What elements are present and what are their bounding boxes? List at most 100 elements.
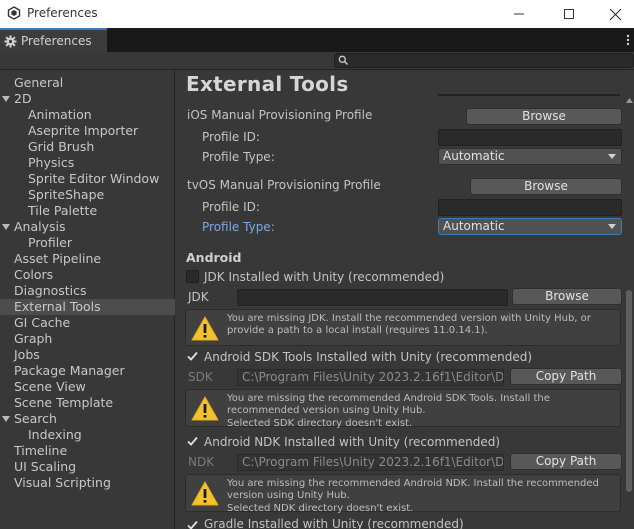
sidebar-item-label: SpriteShape [28, 187, 105, 202]
ndk-installed-checkbox[interactable] [186, 435, 199, 448]
jdk-installed-checkbox[interactable] [186, 270, 199, 283]
sidebar-item-sprite-editor-window[interactable]: Sprite Editor Window [0, 171, 175, 187]
sidebar-item-label: Visual Scripting [14, 475, 111, 490]
preferences-sidebar: General 2D Animation Aseprite Importer Grid … [0, 70, 175, 529]
gradle-installed-label: Gradle Installed with Unity (recommended… [204, 517, 464, 529]
sidebar-item-visual-scripting[interactable]: Visual Scripting [0, 475, 175, 491]
tab-preferences[interactable]: Preferences [0, 28, 107, 52]
foldout-arrow-icon[interactable] [2, 95, 10, 103]
ndk-copy-path-button[interactable]: Copy Path [510, 453, 622, 470]
close-icon [609, 8, 621, 20]
sdk-label: SDK [188, 370, 213, 384]
sidebar-item-spriteshape[interactable]: SpriteShape [0, 187, 175, 203]
search-input[interactable] [334, 53, 634, 68]
tvos-profile-type-label: Profile Type: [202, 220, 275, 234]
gradle-installed-checkbox[interactable] [186, 519, 199, 529]
sidebar-item-scene-template[interactable]: Scene Template [0, 395, 175, 411]
jdk-browse-button[interactable]: Browse [512, 288, 622, 305]
sidebar-item-label: 2D [14, 91, 32, 106]
android-section-title: Android [186, 250, 242, 265]
minimize-icon [514, 13, 524, 15]
sidebar-item-graph[interactable]: Graph [0, 331, 175, 347]
sidebar-item-tile-palette[interactable]: Tile Palette [0, 203, 175, 219]
maximize-icon [564, 9, 574, 19]
tab-bar: Preferences [0, 28, 634, 52]
sidebar-item-timeline[interactable]: Timeline [0, 443, 175, 459]
sidebar-item-2d[interactable]: 2D [0, 91, 175, 107]
ndk-warning-box: You are missing the recommended Android … [185, 474, 621, 514]
sidebar-item-label: Analysis [14, 219, 66, 234]
ndk-warning-line-2: Selected NDK directory doesn't exist. [227, 502, 414, 514]
chevron-down-icon [608, 224, 616, 229]
sidebar-item-label: General [14, 75, 64, 90]
tvos-profile-type-dropdown[interactable]: Automatic [438, 218, 622, 235]
sidebar-item-diagnostics[interactable]: Diagnostics [0, 283, 175, 299]
ios-browse-button[interactable]: Browse [466, 108, 622, 125]
gear-icon [4, 34, 17, 48]
sidebar-item-label: External Tools [14, 299, 101, 314]
foldout-arrow-icon[interactable] [2, 415, 10, 423]
sidebar-item-jobs[interactable]: Jobs [0, 347, 175, 363]
sidebar-item-search[interactable]: Search [0, 411, 175, 427]
sdk-installed-checkbox[interactable] [186, 350, 199, 363]
sidebar-item-colors[interactable]: Colors [0, 267, 175, 283]
vertical-scrollbar[interactable] [624, 96, 634, 529]
dropdown-value: Automatic [443, 219, 505, 233]
sidebar-item-label: Search [14, 411, 57, 426]
close-button[interactable] [592, 0, 634, 28]
sidebar-item-physics[interactable]: Physics [0, 155, 175, 171]
sidebar-item-ui-scaling[interactable]: UI Scaling [0, 459, 175, 475]
more-options-icon[interactable] [625, 31, 631, 49]
warning-icon [191, 316, 219, 341]
sidebar-item-label: Scene Template [14, 395, 114, 410]
sidebar-item-indexing[interactable]: Indexing [0, 427, 175, 443]
foldout-arrow-icon[interactable] [2, 223, 10, 231]
search-row [0, 52, 634, 70]
sidebar-item-label: Package Manager [14, 363, 125, 378]
ndk-installed-label: Android NDK Installed with Unity (recomm… [204, 435, 501, 449]
unity-logo-icon [7, 6, 21, 20]
minimize-button[interactable] [496, 0, 542, 28]
sidebar-item-profiler[interactable]: Profiler [0, 235, 175, 251]
jdk-path-field[interactable] [237, 289, 508, 306]
sidebar-item-label: Diagnostics [14, 283, 87, 298]
sidebar-item-package-manager[interactable]: Package Manager [0, 363, 175, 379]
maximize-button[interactable] [546, 0, 592, 28]
sidebar-item-label: Colors [14, 267, 54, 282]
sdk-warning-text: You are missing the recommended Android … [227, 393, 617, 430]
sidebar-item-aseprite-importer[interactable]: Aseprite Importer [0, 123, 175, 139]
scroll-up-arrow-icon[interactable] [626, 98, 633, 103]
sidebar-item-external-tools[interactable]: External Tools [0, 299, 175, 315]
tvos-profile-id-field[interactable] [438, 199, 622, 216]
sidebar-item-gi-cache[interactable]: GI Cache [0, 315, 175, 331]
sdk-copy-path-button[interactable]: Copy Path [510, 368, 622, 385]
sidebar-item-scene-view[interactable]: Scene View [0, 379, 175, 395]
sidebar-item-label: Animation [28, 107, 92, 122]
ios-profile-type-label: Profile Type: [202, 150, 275, 164]
sidebar-item-label: Graph [14, 331, 53, 346]
sidebar-item-label: GI Cache [14, 315, 71, 330]
ios-profile-id-field[interactable] [438, 129, 622, 146]
scrollbar-thumb[interactable] [626, 290, 632, 492]
sidebar-item-general[interactable]: General [0, 75, 175, 91]
ios-profile-id-label: Profile ID: [202, 130, 260, 144]
ndk-path-field: C:\Program Files\Unity 2023.2.16f1\Edito… [237, 454, 504, 471]
sdk-path-field: C:\Program Files\Unity 2023.2.16f1\Edito… [237, 369, 504, 386]
sidebar-item-analysis[interactable]: Analysis [0, 219, 175, 235]
sidebar-item-label: Timeline [14, 443, 68, 458]
tvos-profile-id-label: Profile ID: [202, 200, 260, 214]
tvos-browse-button[interactable]: Browse [470, 178, 622, 195]
sidebar-item-label: Asset Pipeline [14, 251, 102, 266]
jdk-installed-label: JDK Installed with Unity (recommended) [204, 270, 445, 284]
ios-provisioning-label: iOS Manual Provisioning Profile [187, 108, 373, 122]
window-titlebar: Preferences [0, 0, 634, 28]
sidebar-item-asset-pipeline[interactable]: Asset Pipeline [0, 251, 175, 267]
sidebar-item-label: UI Scaling [14, 459, 77, 474]
sidebar-item-label: Profiler [28, 235, 73, 250]
window-title: Preferences [27, 6, 98, 20]
page-title: External Tools [186, 72, 349, 96]
sidebar-item-grid-brush[interactable]: Grid Brush [0, 139, 175, 155]
sdk-warning-box: You are missing the recommended Android … [185, 389, 621, 430]
ios-profile-type-dropdown[interactable]: Automatic [438, 148, 622, 165]
sidebar-item-animation[interactable]: Animation [0, 107, 175, 123]
